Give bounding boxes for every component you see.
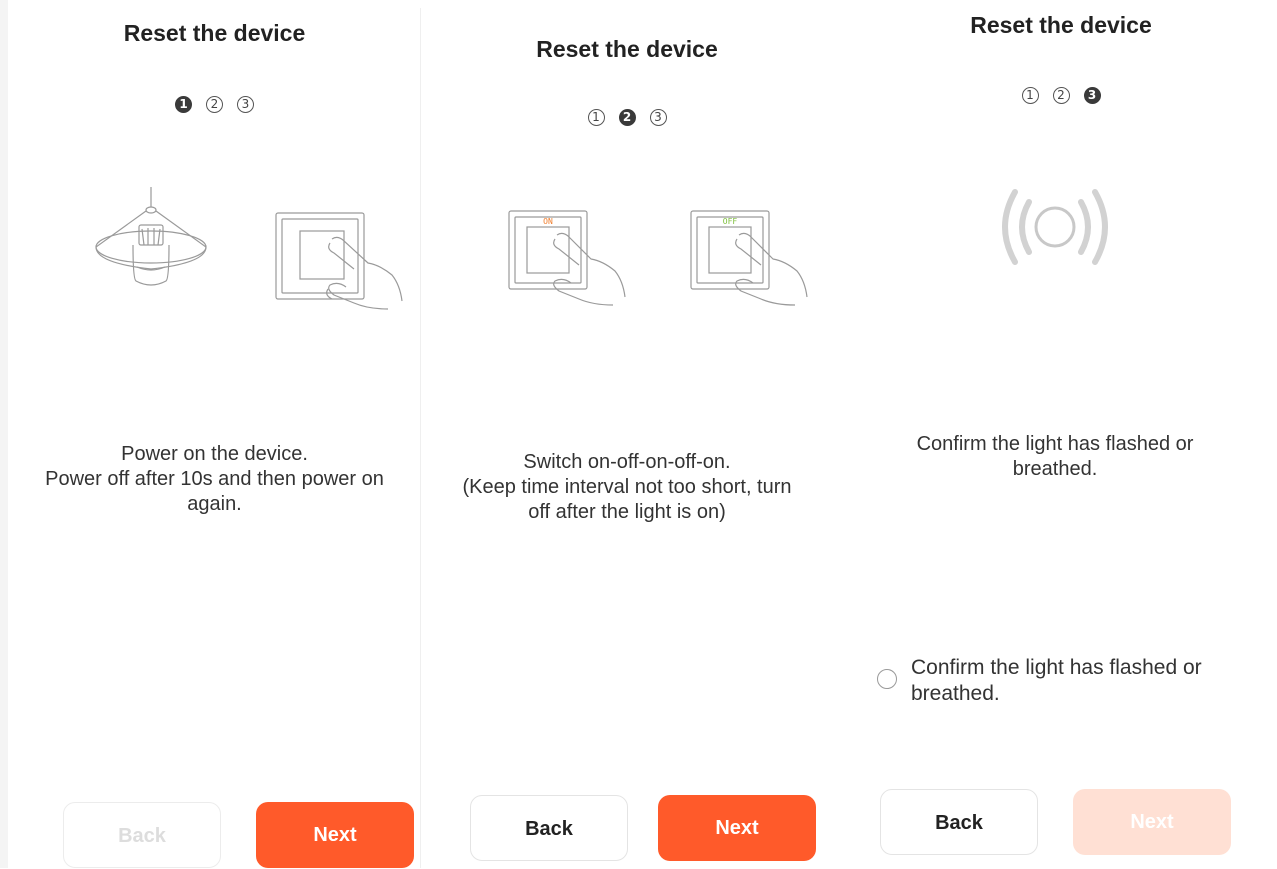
reset-step-3-panel: Reset the device 123 Confirm the light h… — [845, 0, 1277, 868]
wall-switch-press-icon — [275, 212, 403, 310]
step-description: Switch on-off-on-off-on. (Keep time inte… — [421, 450, 833, 525]
back-button[interactable]: Back — [470, 795, 628, 861]
step-description: Power on the device. Power off after 10s… — [8, 442, 421, 517]
light-flashing-icon — [1002, 189, 1108, 265]
next-button[interactable]: Next — [658, 795, 816, 861]
confirm-label[interactable]: Confirm the light has flashed or breathe… — [911, 655, 1251, 707]
description-line: again. — [187, 493, 242, 515]
switch-on-label: ON — [543, 217, 553, 226]
step-1-indicator: 1 — [587, 109, 605, 126]
description-line: Power on the device. — [121, 443, 308, 465]
reset-step-1-panel: Reset the device 123 Power on the device… — [8, 0, 421, 868]
step-description: Confirm the light has flashed or breathe… — [845, 432, 1265, 482]
pendant-lamp-icon — [95, 187, 207, 286]
step-3-indicator: 3 — [1083, 87, 1101, 104]
description-line: breathed. — [1012, 458, 1098, 480]
step-indicator: 123 — [421, 109, 833, 126]
page-title: Reset the device — [123, 20, 306, 46]
step-2-indicator: 2 — [1052, 87, 1070, 104]
page-title: Reset the device — [970, 12, 1152, 38]
step-2-indicator: 2 — [618, 109, 636, 126]
step-indicator: 123 — [845, 87, 1277, 104]
description-line: Confirm the light has flashed or — [916, 433, 1194, 455]
switch-on-icon: ON — [508, 210, 626, 306]
step-3-indicator: 3 — [237, 96, 254, 113]
next-button[interactable]: Next — [1073, 789, 1231, 855]
confirm-label-line: Confirm the light has flashed or — [911, 656, 1202, 679]
confirm-label-line: breathed. — [911, 682, 1000, 705]
step-2-indicator: 2 — [206, 96, 223, 113]
description-line: Switch on-off-on-off-on. — [523, 451, 731, 473]
switch-off-icon: OFF — [690, 210, 808, 306]
description-line: (Keep time interval not too short, turn — [462, 476, 792, 498]
confirm-radio-button[interactable] — [877, 669, 897, 689]
description-line: Power off after 10s and then power on — [45, 468, 384, 490]
step-1-indicator: 1 — [175, 96, 192, 113]
step-1-indicator: 1 — [1021, 87, 1039, 104]
left-edge-strip — [0, 0, 8, 868]
page-title: Reset the device — [536, 36, 718, 62]
switch-off-label: OFF — [723, 217, 738, 226]
next-button[interactable]: Next — [256, 802, 414, 868]
description-line: off after the light is on) — [528, 501, 726, 523]
back-button[interactable]: Back — [63, 802, 221, 868]
step-3-indicator: 3 — [649, 109, 667, 126]
step-indicator: 123 — [8, 96, 421, 113]
reset-step-2-panel: Reset the device 123 ON OFF Switch on-of… — [421, 8, 833, 868]
back-button[interactable]: Back — [880, 789, 1038, 855]
